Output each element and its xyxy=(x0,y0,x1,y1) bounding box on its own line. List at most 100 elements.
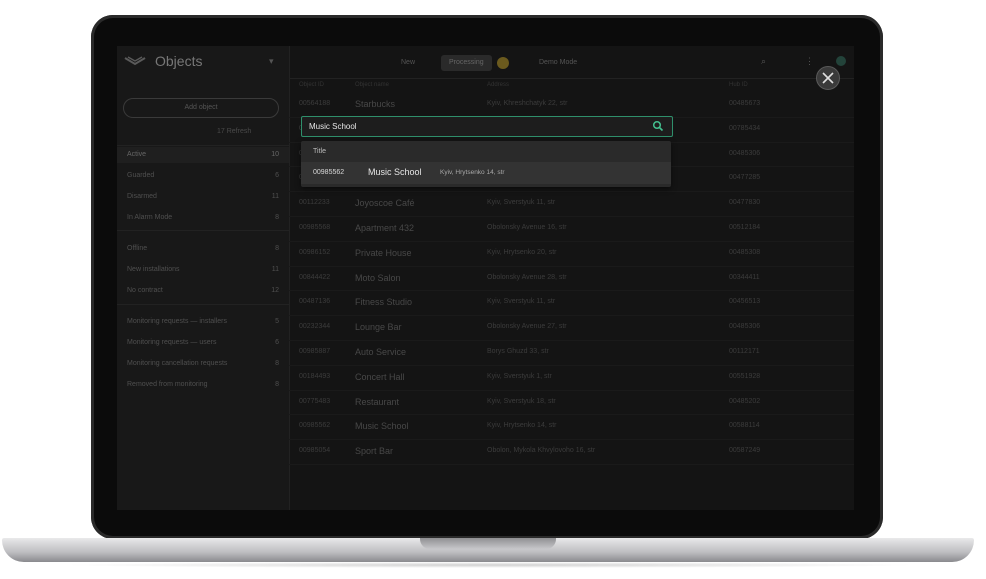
table-header: Object ID Object name Address Hub ID xyxy=(289,78,854,92)
object-id-cell: 00985562 xyxy=(299,422,331,430)
laptop-shadow xyxy=(60,562,920,568)
app-screen: Objects ▾ Add object 17 Refresh Active 1… xyxy=(117,46,854,510)
hub-id-cell: 00485308 xyxy=(729,248,761,256)
object-name-cell: Music School xyxy=(355,421,409,432)
sidebar-item-label: New installations xyxy=(127,266,180,273)
object-id-cell: 00487136 xyxy=(299,298,331,306)
sidebar-item-count: 11 xyxy=(271,266,279,273)
sidebar-item-count: 8 xyxy=(275,381,279,388)
column-header[interactable]: Address xyxy=(487,82,509,88)
sidebar-item-disarmed[interactable]: Disarmed 11 xyxy=(117,189,289,205)
header-search-icon[interactable]: ⌕ xyxy=(761,56,766,67)
table-row[interactable]: 00775483 Restaurant Kyiv, Sverstyuk 18, st… xyxy=(289,390,854,416)
object-name-cell: Restaurant xyxy=(355,396,400,407)
header-menu-icon[interactable]: ⋮ xyxy=(805,56,814,67)
object-name-cell: Concert Hall xyxy=(355,371,405,382)
table-row[interactable]: 00985568 Apartment 432 Obolonsky Avenue 16… xyxy=(289,216,854,242)
object-id-cell: 00112233 xyxy=(299,199,330,207)
app-header: New Processing Demo Mode ⌕ ⋮ xyxy=(289,46,854,79)
sidebar-item-label: Guarded xyxy=(127,172,155,179)
hub-id-cell: 00477830 xyxy=(729,199,761,207)
object-id-cell: 00564188 xyxy=(299,100,331,107)
table-row[interactable]: 00112233 Joyoscoe Café Kyiv, Sverstyuk 11,… xyxy=(289,191,854,217)
search-input[interactable] xyxy=(309,119,629,134)
result-name: Music School xyxy=(368,167,422,177)
table-row[interactable]: 00985562 Music School Kyiv, Hrytsenko 14, … xyxy=(289,414,854,441)
table-row[interactable]: 00986152 Private House Kyiv, Hrytsenko 20,… xyxy=(289,241,854,267)
sidebar-item-label: Monitoring requests — users xyxy=(127,339,217,346)
sidebar-item-removed[interactable]: Removed from monitoring 8 xyxy=(117,377,289,393)
sidebar-item-alarm-mode[interactable]: In Alarm Mode 8 xyxy=(117,210,289,226)
sidebar-item-count: 8 xyxy=(275,214,279,221)
sidebar-item-requests-installers[interactable]: Monitoring requests — installers 5 xyxy=(117,314,289,330)
hub-id-cell: 00112171 xyxy=(729,348,760,355)
object-name-cell: Starbucks xyxy=(355,99,396,109)
add-object-button[interactable]: Add object xyxy=(123,98,279,118)
sidebar-item-count: 12 xyxy=(271,287,279,294)
column-header[interactable]: Object ID xyxy=(299,82,324,88)
address-cell: Obolonsky Avenue 28, str xyxy=(487,273,567,281)
processing-count-badge xyxy=(497,57,509,69)
table-row[interactable]: 00232344 Lounge Bar Obolonsky Avenue 27, s… xyxy=(289,315,854,341)
hub-id-cell: 00477285 xyxy=(729,174,761,182)
sidebar-item-offline[interactable]: Offline 8 xyxy=(117,241,289,257)
sidebar-item-count: 5 xyxy=(275,318,279,325)
sidebar-item-count: 10 xyxy=(271,151,279,158)
object-id-cell: 00985568 xyxy=(299,224,331,231)
sidebar-item-label: Removed from monitoring xyxy=(127,381,208,388)
search-icon[interactable] xyxy=(652,120,664,132)
object-name-cell: Auto Service xyxy=(355,347,407,357)
address-cell: Kyiv, Sverstyuk 1, str xyxy=(487,372,552,380)
hub-id-cell: 00344411 xyxy=(729,273,760,281)
tab-demo-mode[interactable]: Demo Mode xyxy=(531,55,585,71)
address-cell: Kyiv, Khreshchatyk 22, str xyxy=(487,100,568,107)
sidebar-item-label: Monitoring cancellation requests xyxy=(127,360,228,367)
table-row[interactable]: 00487136 Fitness Studio Kyiv, Sverstyuk 11… xyxy=(289,290,854,317)
sidebar-item-label: No contract xyxy=(127,287,163,294)
sidebar-item-label: Active xyxy=(127,151,147,158)
hub-id-cell: 00785434 xyxy=(729,124,761,132)
sidebar-item-label: Offline xyxy=(127,245,148,252)
result-id: 00985562 xyxy=(313,169,345,176)
sidebar-item-active[interactable]: Active 10 xyxy=(117,147,289,163)
table-row[interactable]: 00184493 Concert Hall Kyiv, Sverstyuk 1, s… xyxy=(289,365,854,391)
table-row[interactable]: 00844422 Moto Salon Obolonsky Avenue 28, s… xyxy=(289,266,854,292)
object-id-cell: 00232344 xyxy=(299,323,331,331)
hub-id-cell: 00485306 xyxy=(729,149,761,157)
user-avatar[interactable] xyxy=(836,56,846,66)
refresh-link[interactable]: 17 Refresh xyxy=(217,128,251,135)
divider xyxy=(117,145,289,146)
sidebar-item-cancellation-requests[interactable]: Monitoring cancellation requests 8 xyxy=(117,356,289,372)
tab-new[interactable]: New xyxy=(393,55,423,71)
sidebar-item-count: 8 xyxy=(275,245,279,252)
address-cell: Kyiv, Sverstyuk 18, str xyxy=(487,397,556,405)
sidebar-item-new-installations[interactable]: New installations 11 xyxy=(117,262,289,278)
chevron-down-icon[interactable]: ▾ xyxy=(269,56,274,67)
object-name-cell: Fitness Studio xyxy=(355,297,413,308)
address-cell: Kyiv, Hrytsenko 14, str xyxy=(487,422,557,430)
search-field[interactable] xyxy=(301,116,673,137)
search-result-item[interactable]: 00985562 Music School Kyiv, Hrytsenko 14… xyxy=(301,162,671,184)
result-address: Kyiv, Hrytsenko 14, str xyxy=(440,169,505,176)
table-row[interactable]: 00985054 Sport Bar Obolon, Mykola Khvylovo… xyxy=(289,439,854,465)
table-row[interactable]: 00564188 Starbucks Kyiv, Khreshchatyk 22, … xyxy=(289,92,854,118)
object-id-cell: 00844422 xyxy=(299,273,331,281)
sidebar-item-requests-users[interactable]: Monitoring requests — users 6 xyxy=(117,335,289,351)
tab-processing[interactable]: Processing xyxy=(441,55,492,71)
hub-id-cell: 00485306 xyxy=(729,323,761,331)
object-name-cell: Joyoscoe Café xyxy=(355,198,415,209)
hub-id-cell: 00485673 xyxy=(729,100,761,107)
address-cell: Kyiv, Hrytsenko 20, str xyxy=(487,248,557,256)
table-row[interactable]: 00985887 Auto Service Borys Ghuzd 33, str 0… xyxy=(289,340,854,366)
sidebar-item-no-contract[interactable]: No contract 12 xyxy=(117,283,289,299)
sidebar-item-guarded[interactable]: Guarded 6 xyxy=(117,168,289,184)
sidebar-item-count: 6 xyxy=(275,172,279,179)
close-button[interactable] xyxy=(816,66,840,90)
object-name-cell: Apartment 432 xyxy=(355,223,415,233)
hub-id-cell: 00551928 xyxy=(729,372,761,380)
column-header[interactable]: Object name xyxy=(355,82,389,88)
column-header[interactable]: Hub ID xyxy=(729,82,748,88)
sidebar-item-count: 6 xyxy=(275,339,279,346)
results-header: Title xyxy=(313,148,326,155)
address-cell: Obolonsky Avenue 16, str xyxy=(487,224,567,231)
